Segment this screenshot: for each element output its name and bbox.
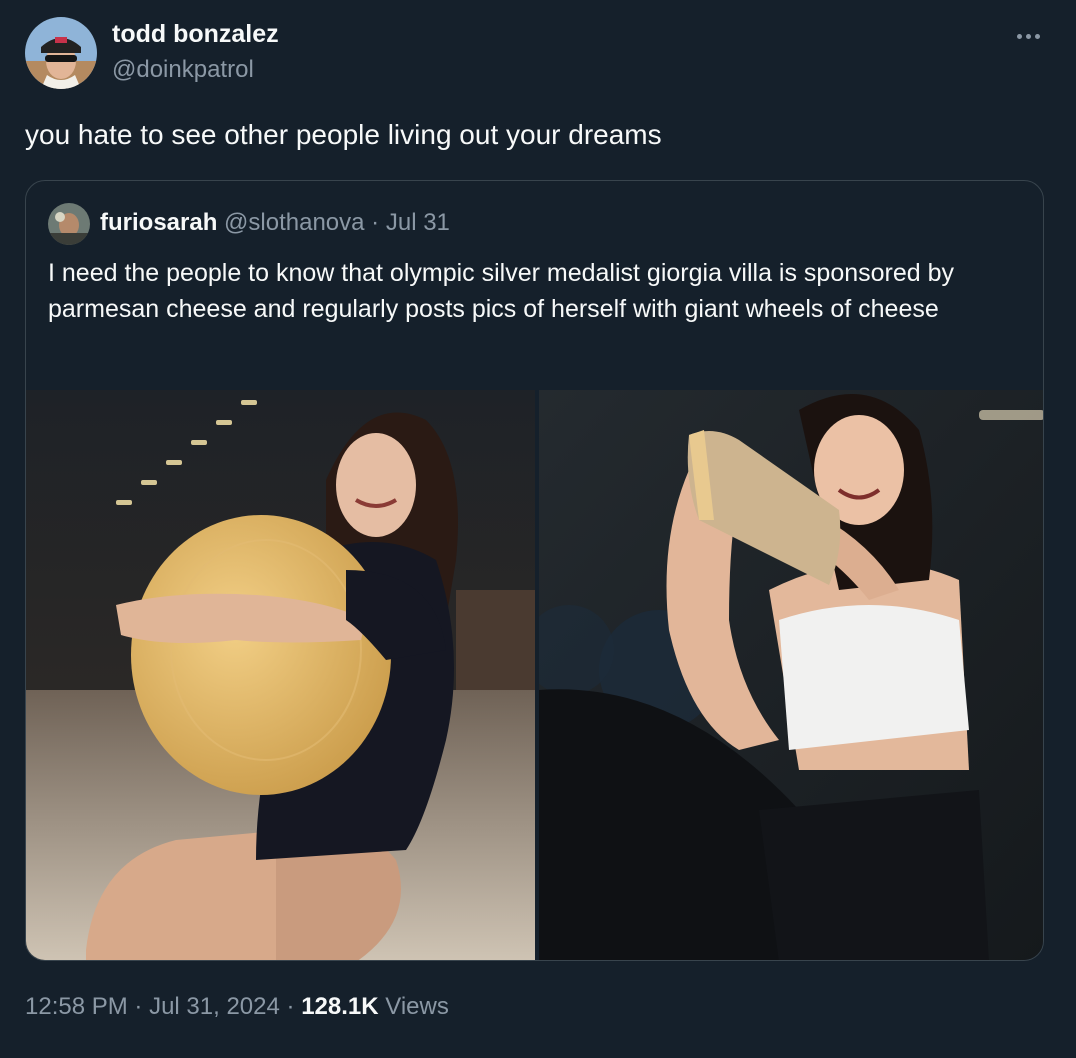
quoted-tweet-card[interactable]: furiosarah @slothanova · Jul 31 I need t… bbox=[25, 180, 1044, 961]
tweet-time[interactable]: 12:58 PM bbox=[25, 993, 128, 1020]
quoted-author-avatar[interactable] bbox=[48, 203, 90, 245]
meta-separator: · bbox=[286, 993, 295, 1020]
quoted-author-handle[interactable]: @slothanova bbox=[224, 209, 364, 236]
views-count[interactable]: 128.1K bbox=[301, 993, 378, 1020]
photo-athlete-biting-cheese[interactable] bbox=[539, 390, 1043, 960]
author-handle[interactable]: @doinkpatrol bbox=[112, 56, 254, 84]
meta-separator: · bbox=[134, 993, 143, 1020]
more-horizontal-icon[interactable] bbox=[1010, 22, 1046, 50]
quoted-media-grid bbox=[26, 390, 1043, 960]
quoted-author-name[interactable]: furiosarah bbox=[100, 209, 217, 236]
views-label: Views bbox=[385, 993, 449, 1020]
quoted-separator: · bbox=[371, 209, 380, 236]
quoted-date[interactable]: Jul 31 bbox=[386, 209, 450, 236]
author-name[interactable]: todd bonzalez bbox=[112, 20, 279, 49]
tweet-meta: 12:58 PM · Jul 31, 2024 · 128.1K Views bbox=[25, 993, 449, 1021]
quoted-tweet-text: I need the people to know that olympic s… bbox=[48, 259, 955, 323]
tweet-text: you hate to see other people living out … bbox=[25, 119, 662, 150]
quoted-tweet-header: furiosarah @slothanova · Jul 31 bbox=[100, 209, 450, 237]
tweet-date[interactable]: Jul 31, 2024 bbox=[149, 993, 280, 1020]
author-avatar[interactable] bbox=[25, 17, 97, 89]
photo-athlete-with-cheese-wheel[interactable] bbox=[26, 390, 535, 960]
